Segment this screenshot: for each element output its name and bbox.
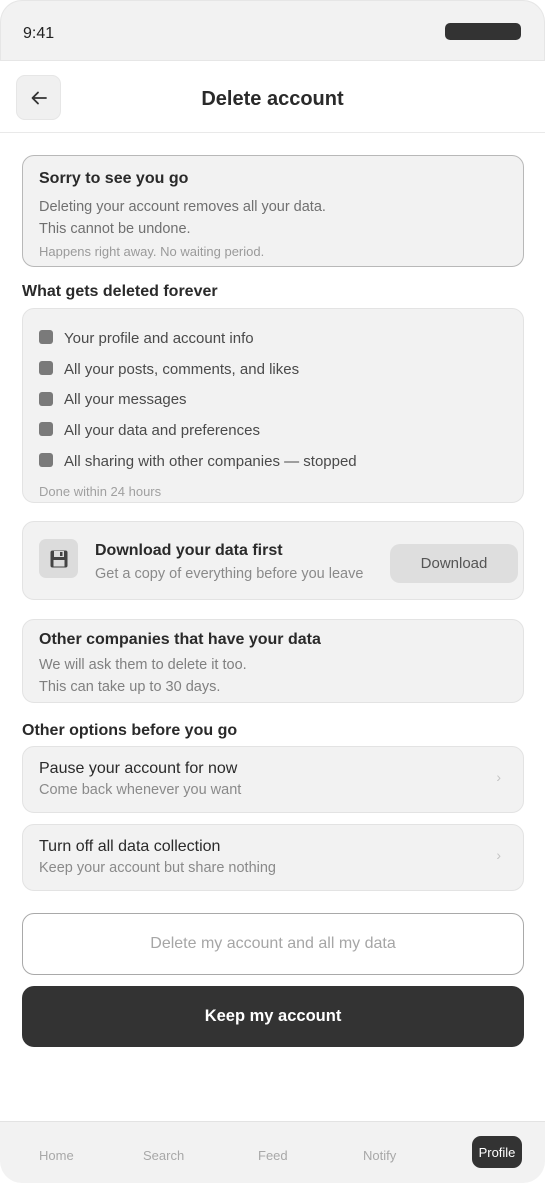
other-companies-card: Other companies that have your data We w… [22, 619, 524, 703]
download-subtitle: Get a copy of everything before you leav… [95, 566, 364, 582]
tab-bar: Home Search Feed Notify Profile [0, 1121, 545, 1183]
square-bullet-icon [39, 422, 53, 437]
square-bullet-icon [39, 361, 53, 376]
tab-feed[interactable]: Feed [258, 1148, 288, 1163]
tab-profile[interactable]: Profile [472, 1136, 522, 1168]
list-item-text: All your messages [64, 391, 187, 409]
option-title: Pause your account for now [39, 760, 238, 777]
download-card: Download your data first Get a copy of e… [22, 521, 524, 600]
turn-off-data-option[interactable]: Turn off all data collection Keep your a… [22, 824, 524, 891]
download-title: Download your data first [95, 542, 283, 559]
deleted-footnote: Done within 24 hours [39, 484, 162, 500]
status-bar: 9:41 [0, 0, 545, 60]
options-heading: Other options before you go [22, 722, 238, 739]
warning-line: This cannot be undone. [39, 221, 191, 237]
save-icon [39, 539, 78, 578]
square-bullet-icon [39, 453, 53, 468]
list-item: All sharing with other companies — stopp… [39, 446, 507, 477]
tab-search[interactable]: Search [143, 1148, 184, 1163]
tab-notify[interactable]: Notify [363, 1148, 396, 1163]
deleted-list-card: Your profile and account info All your p… [22, 308, 524, 503]
list-item-text: All your data and preferences [64, 421, 260, 439]
option-subtitle: Keep your account but share nothing [39, 860, 276, 876]
page-title: Delete account [201, 88, 344, 110]
warning-card: Sorry to see you go Deleting your accoun… [22, 155, 524, 267]
list-item: All your messages [39, 384, 507, 415]
other-companies-line: We will ask them to delete it too. [39, 657, 247, 673]
list-item: Your profile and account info [39, 323, 507, 354]
list-item: All your posts, comments, and likes [39, 354, 507, 385]
list-item-text: Your profile and account info [64, 329, 254, 347]
square-bullet-icon [39, 330, 53, 345]
keep-account-button[interactable]: Keep my account [22, 986, 524, 1047]
warning-note: Happens right away. No waiting period. [39, 244, 265, 259]
other-companies-line: This can take up to 30 days. [39, 679, 221, 695]
list-item: All your data and preferences [39, 415, 507, 446]
chevron-right-icon: › [496, 769, 501, 785]
tab-home[interactable]: Home [39, 1148, 74, 1163]
status-time: 9:41 [23, 25, 55, 42]
warning-line: Deleting your account removes all your d… [39, 199, 326, 215]
square-bullet-icon [39, 391, 53, 406]
chevron-right-icon: › [496, 847, 501, 863]
battery-icon [445, 23, 521, 40]
pause-account-option[interactable]: Pause your account for now Come back whe… [22, 746, 524, 813]
list-item-text: All sharing with other companies — stopp… [64, 452, 357, 470]
warning-title: Sorry to see you go [39, 170, 189, 187]
header: Delete account [0, 60, 545, 133]
list-item-text: All your posts, comments, and likes [64, 360, 300, 378]
other-companies-title: Other companies that have your data [39, 631, 321, 648]
download-button[interactable]: Download [390, 544, 518, 583]
option-title: Turn off all data collection [39, 838, 221, 855]
deleted-heading: What gets deleted forever [22, 283, 218, 300]
delete-account-button[interactable]: Delete my account and all my data [22, 913, 524, 975]
option-subtitle: Come back whenever you want [39, 782, 242, 798]
